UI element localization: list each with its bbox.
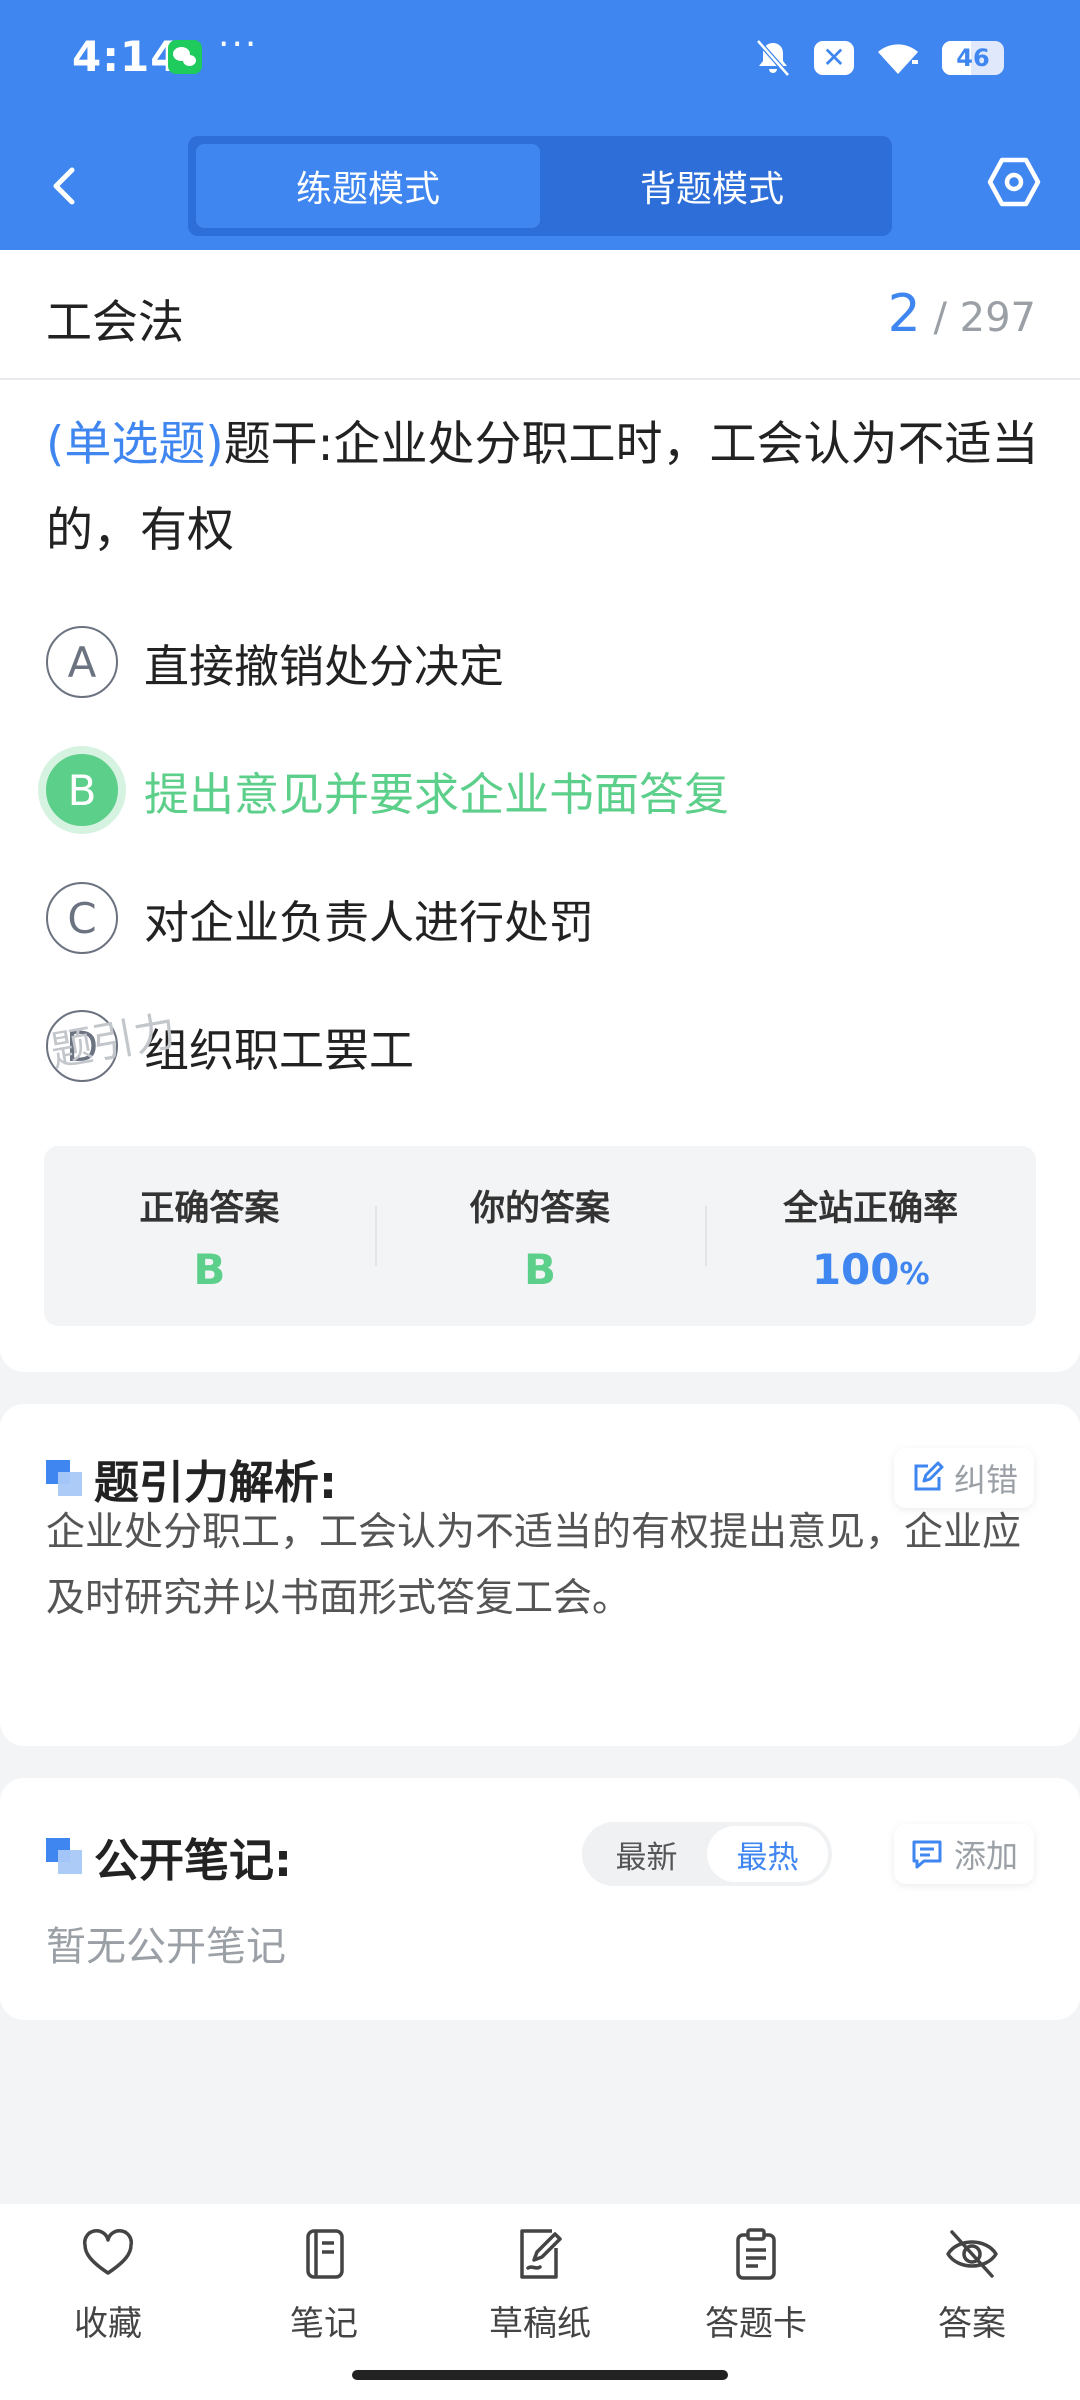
option-letter: A: [46, 626, 118, 698]
question-stem: (单选题)题干:企业处分职工时，工会认为不适当的，有权: [46, 402, 1042, 574]
option-text: 提出意见并要求企业书面答复: [144, 767, 730, 821]
public-notes-card: 公开笔记: 最新 最热 添加 暂无公开笔记: [0, 1778, 1080, 2020]
status-time: 4:14: [72, 32, 181, 81]
option-b[interactable]: B 提出意见并要求企业书面答复: [46, 754, 729, 826]
battery-indicator: 46: [942, 41, 1004, 75]
question-card: 工会法 2 / 297 (单选题)题干:企业处分职工时，工会认为不适当的，有权 …: [0, 250, 1080, 1372]
section-squares-icon: [46, 1460, 82, 1496]
subject-title: 工会法: [46, 295, 184, 349]
edit-icon: [914, 1461, 944, 1491]
current-question-number: 2: [887, 284, 921, 344]
option-text: 组织职工罢工: [144, 1023, 415, 1077]
status-bar: 4:14 ··· ✕ 46: [0, 0, 1080, 118]
sort-newest[interactable]: 最新: [586, 1826, 707, 1882]
option-letter: C: [46, 882, 118, 954]
question-type: (单选题): [46, 417, 224, 472]
accuracy-number: 100: [811, 1245, 900, 1294]
question-counter: 2 / 297: [888, 284, 1036, 344]
tab-practice-mode[interactable]: 练题模式: [196, 144, 540, 228]
add-note-label: 添加: [953, 1837, 1018, 1875]
option-text: 对企业负责人进行处罚: [144, 895, 595, 949]
tab-favorite[interactable]: 收藏: [0, 2204, 216, 2400]
eye-off-icon: [946, 2230, 998, 2278]
your-answer-value: B: [524, 1245, 557, 1294]
correct-answer-label: 正确答案: [139, 1189, 280, 1229]
explanation-text: 企业处分职工，工会认为不适当的有权提出意见，企业应及时研究并以书面形式答复工会。: [46, 1510, 1022, 1621]
settings-hexagon-icon[interactable]: [986, 154, 1042, 210]
comment-icon: [912, 1840, 942, 1869]
battery-level: 46: [956, 44, 990, 72]
notification-badge-icon: ✕: [814, 41, 854, 75]
report-error-button[interactable]: 纠错: [893, 1448, 1034, 1508]
total-questions: / 297: [933, 295, 1036, 341]
site-accuracy: 全站正确率 100%: [705, 1146, 1036, 1326]
mode-switch: 练题模式 背题模式: [188, 136, 892, 236]
heart-icon: [82, 2229, 134, 2275]
clipboard-icon: [736, 2228, 776, 2280]
notes-sort-toggle: 最新 最热: [582, 1822, 832, 1886]
bell-muted-icon: [756, 39, 790, 77]
option-letter: B: [46, 754, 118, 826]
section-squares-icon: [46, 1838, 82, 1874]
sort-hottest[interactable]: 最热: [707, 1826, 828, 1882]
site-accuracy-label: 全站正确率: [783, 1189, 959, 1229]
tab-recite-mode[interactable]: 背题模式: [540, 144, 884, 228]
wechat-icon: [168, 40, 202, 74]
tab-answer-label: 答案: [938, 2304, 1006, 2344]
report-error-label: 纠错: [953, 1461, 1018, 1499]
tab-draft-label: 草稿纸: [489, 2304, 591, 2344]
explanation-card: 题引力解析: 纠错 企业处分职工，工会认为不适当的有权提出意见，企业应及时研究并…: [0, 1404, 1080, 1746]
your-answer: 你的答案 B: [374, 1146, 706, 1326]
tab-answer-sheet-label: 答题卡: [705, 2304, 807, 2344]
subject-row: 工会法 2 / 297: [0, 250, 1080, 380]
tab-notes-label: 笔记: [290, 2304, 358, 2344]
wifi-icon: [878, 44, 918, 74]
tab-answer[interactable]: 答案: [864, 2204, 1080, 2400]
correct-answer-value: B: [193, 1245, 226, 1294]
your-answer-label: 你的答案: [470, 1189, 611, 1229]
tab-favorite-label: 收藏: [74, 2304, 142, 2344]
accuracy-unit: %: [899, 1257, 930, 1292]
correct-answer: 正确答案 B: [44, 1146, 375, 1326]
option-c[interactable]: C 对企业负责人进行处罚: [46, 882, 594, 954]
option-a[interactable]: A 直接撤销处分决定: [46, 626, 504, 698]
empty-notes-text: 暂无公开笔记: [46, 1924, 286, 1970]
add-note-button[interactable]: 添加: [893, 1824, 1034, 1884]
notes-title: 公开笔记:: [94, 1834, 292, 1887]
more-notifications-icon: ···: [218, 24, 259, 65]
top-app-bar: 4:14 ··· ✕ 46 练题模式 背题模式: [0, 0, 1080, 250]
site-accuracy-value: 100%: [705, 1245, 1036, 1294]
notebook-icon: [306, 2229, 344, 2279]
draft-icon: [520, 2229, 562, 2279]
home-indicator[interactable]: [352, 2370, 728, 2380]
back-arrow-icon[interactable]: [40, 156, 90, 216]
option-text: 直接撤销处分决定: [144, 639, 505, 693]
answer-summary: 正确答案 B 你的答案 B 全站正确率 100%: [44, 1146, 1036, 1326]
